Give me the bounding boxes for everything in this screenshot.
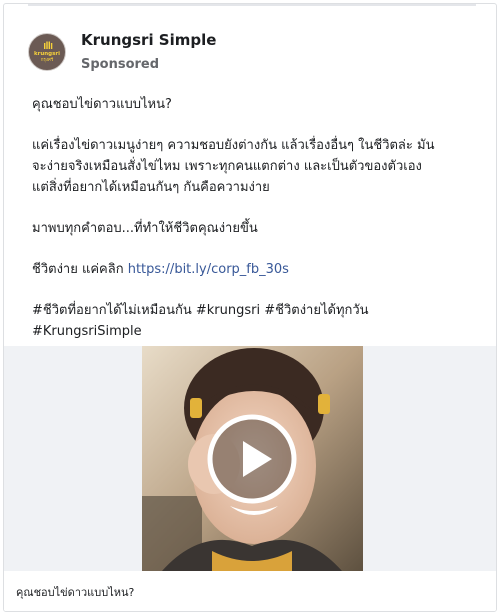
ad-post-card: krungsri กรุงศรี Krungsri Simple Sponsor… <box>3 3 497 612</box>
post-text: คุณชอบไข่ดาวแบบไหน? แค่เรื่องไข่ดาวเมนูง… <box>32 94 482 342</box>
post-text-line: แค่เรื่องไข่ดาวเมนูง่ายๆ ความชอบยังต่างก… <box>32 138 435 153</box>
post-text-line: จะง่ายจริงเหมือนสั่งไข่ไหม เพราะทุกคนแตก… <box>32 159 422 174</box>
hashtags[interactable]: #KrungsriSimple <box>32 321 482 342</box>
link-prefix: ชีวิตง่าย แค่คลิก <box>32 262 128 277</box>
post-text-line: ชีวิตง่าย แค่คลิก https://bit.ly/corp_fb… <box>32 259 482 280</box>
page-name[interactable]: Krungsri Simple <box>81 31 216 49</box>
post-link[interactable]: https://bit.ly/corp_fb_30s <box>128 262 289 277</box>
video-thumbnail[interactable] <box>142 346 363 571</box>
video-container[interactable] <box>4 346 496 571</box>
post-text-line: คุณชอบไข่ดาวแบบไหน? <box>32 97 172 112</box>
avatar-logo-subtext: กรุงศรี <box>40 58 54 63</box>
divider <box>28 4 476 6</box>
krungsri-logo-icon <box>44 41 53 49</box>
post-text-line: มาพบทุกคำตอบ...ที่ทำให้ชีวิตคุณง่ายขึ้น <box>32 221 258 236</box>
avatar[interactable]: krungsri กรุงศรี <box>28 33 66 71</box>
avatar-logo-text: krungsri <box>33 51 60 57</box>
sponsored-label[interactable]: Sponsored <box>81 57 159 72</box>
play-icon[interactable] <box>206 413 298 505</box>
video-caption-bar[interactable]: คุณชอบไข่ดาวแบบไหน? <box>4 571 496 611</box>
post-header: krungsri กรุงศรี Krungsri Simple Sponsor… <box>28 30 468 74</box>
hashtags[interactable]: #ชีวิตที่อยากได้ไม่เหมือนกัน #krungsri #… <box>32 300 482 321</box>
post-text-line: แต่สิ่งที่อยากได้เหมือนกันๆ กันคือความง่… <box>32 180 270 195</box>
video-caption: คุณชอบไข่ดาวแบบไหน? <box>16 586 135 599</box>
